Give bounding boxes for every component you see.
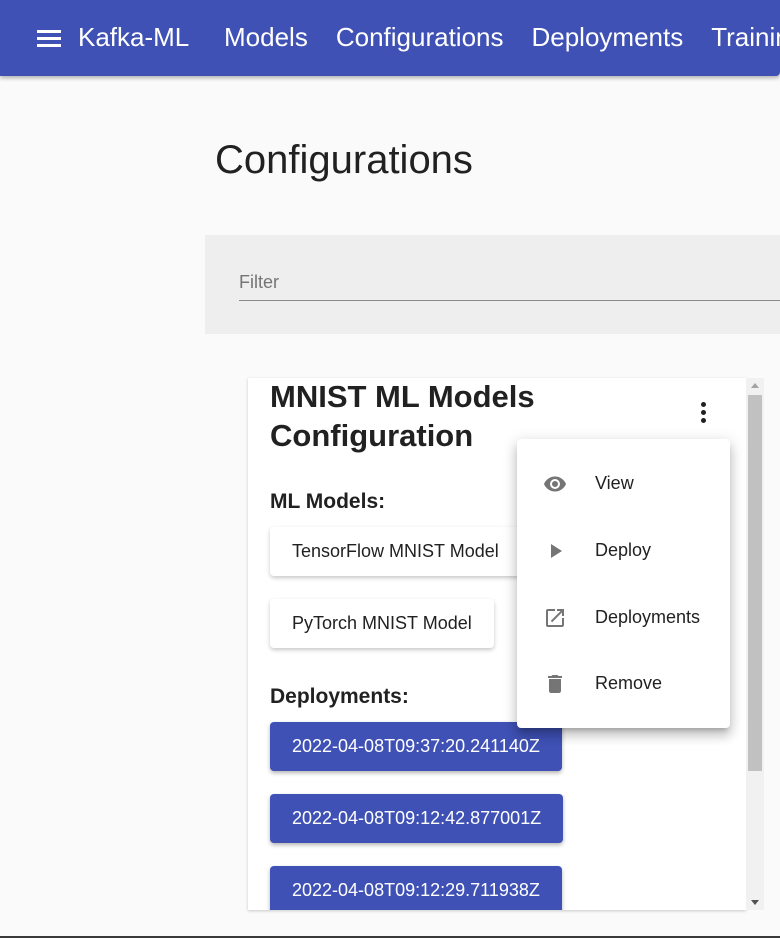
nav-deployments[interactable]: Deployments	[531, 22, 683, 53]
menu-item-label: Deployments	[595, 607, 701, 627]
app-brand[interactable]: Kafka-ML	[78, 22, 189, 53]
deployment-button[interactable]: 2022-04-08T09:12:42.877001Z	[270, 794, 564, 843]
ml-models-label: ML Models:	[270, 490, 386, 513]
context-menu: View Deploy Deployments Remove	[517, 439, 730, 728]
model-chip[interactable]: PyTorch MNIST Model	[270, 599, 494, 648]
deployment-button[interactable]: 2022-04-08T09:12:29.711938Z	[270, 866, 562, 910]
scroll-up-arrow-icon[interactable]	[751, 383, 759, 388]
menu-icon[interactable]	[34, 28, 64, 50]
top-toolbar: Kafka-ML Models Configurations Deploymen…	[0, 0, 780, 76]
page-title: Configurations	[215, 138, 473, 182]
filter-input[interactable]	[239, 265, 780, 301]
nav-models[interactable]: Models	[224, 22, 308, 53]
menu-item-view[interactable]: View	[517, 451, 730, 517]
deployments-label: Deployments:	[270, 685, 409, 708]
menu-item-label: Deploy	[595, 540, 652, 560]
menu-item-deploy[interactable]: Deploy	[517, 518, 730, 584]
nav-training-results[interactable]: Training Results	[711, 22, 780, 53]
main-nav: Models Configurations Deployments Traini…	[224, 22, 780, 53]
filter-panel	[205, 235, 780, 334]
scroll-down-arrow-icon[interactable]	[751, 900, 759, 905]
open-in-new-icon	[546, 609, 564, 627]
menu-item-remove[interactable]: Remove	[517, 651, 730, 717]
nav-configurations[interactable]: Configurations	[336, 22, 504, 53]
deployment-button[interactable]: 2022-04-08T09:37:20.241140Z	[270, 722, 562, 771]
eye-icon	[544, 476, 566, 492]
trash-icon	[548, 675, 562, 693]
menu-item-label: Remove	[595, 673, 663, 693]
model-chip[interactable]: TensorFlow MNIST Model	[270, 527, 521, 576]
menu-item-label: View	[595, 473, 634, 493]
scroll-thumb[interactable]	[748, 395, 762, 771]
more-vert-icon[interactable]	[688, 400, 718, 430]
menu-item-deployments[interactable]: Deployments	[517, 585, 730, 651]
play-icon	[551, 544, 562, 558]
card-scrollbar[interactable]	[746, 378, 764, 910]
